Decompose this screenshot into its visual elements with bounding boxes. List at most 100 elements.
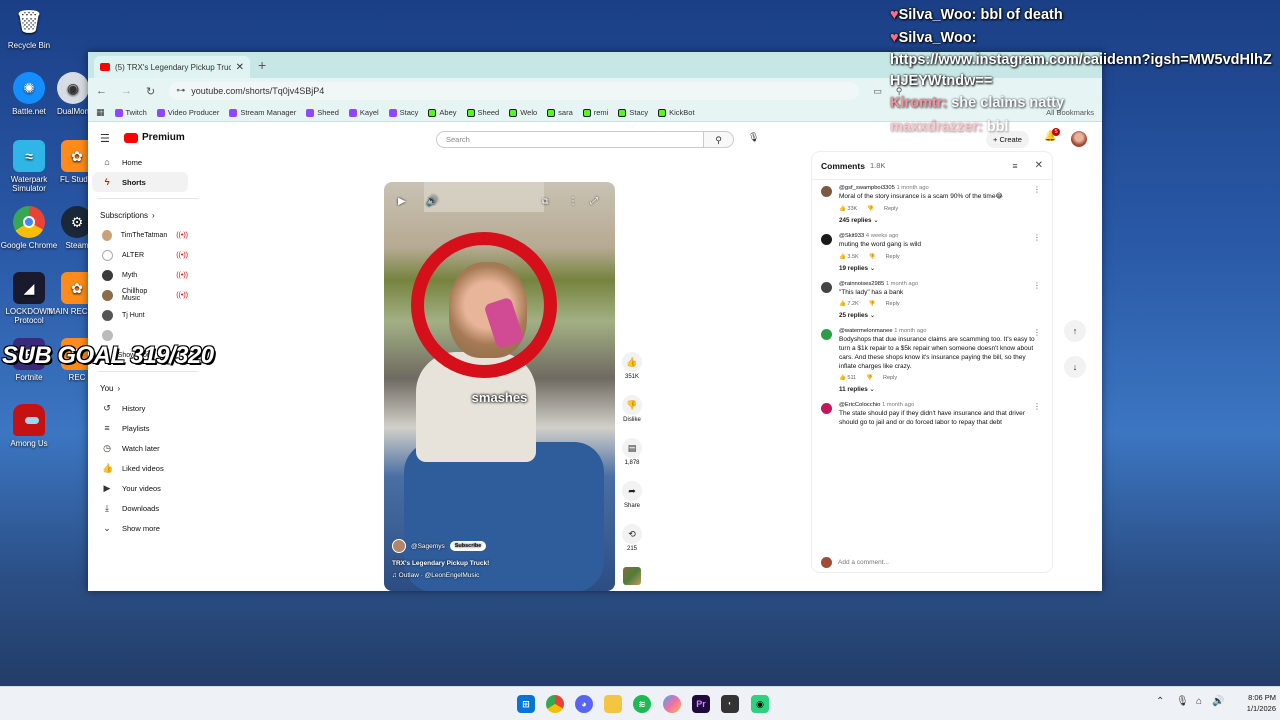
site-info-icon[interactable]: ⊶ — [176, 85, 185, 96]
play-icon[interactable]: ▶ — [398, 196, 406, 207]
comment-like-button[interactable]: 👍 33K — [839, 206, 857, 212]
sidebar-item-history[interactable]: ↺ History — [88, 398, 200, 418]
desktop-icon-recycle-bin[interactable]: 🗑 Recycle Bin — [0, 6, 58, 50]
show-more-button-2[interactable]: ⌄ Show more — [88, 518, 200, 538]
bookmark-kayel[interactable]: Kayel — [348, 108, 379, 117]
cast-icon[interactable]: ▭ — [873, 86, 882, 97]
volume-icon[interactable]: 🔊 — [1212, 696, 1224, 707]
more-options-icon[interactable]: ⋮ — [1033, 402, 1041, 411]
discord-icon[interactable]: ◕ — [575, 695, 593, 713]
browser-tab-active[interactable]: (5) TRX's Legendary Pickup Truck! ✕ — [94, 56, 250, 78]
bookmark-stacy-kick[interactable]: Stacy — [618, 108, 648, 117]
sidebar-item-watch-later[interactable]: ◷ Watch later — [88, 438, 200, 458]
share-button[interactable]: ➦ Share — [620, 481, 644, 509]
captions-icon[interactable]: ⧉ — [542, 196, 548, 207]
video-title[interactable]: TRX's Legendary Pickup Truck! — [392, 560, 489, 567]
chrome-icon[interactable] — [546, 695, 564, 713]
bookmark-welo[interactable]: Welo — [509, 108, 537, 117]
sidebar-item-liked-videos[interactable]: 👍 Liked videos — [88, 458, 200, 478]
replies-toggle[interactable]: 11 replies ⌄ — [839, 386, 1043, 393]
thumbs-down-icon[interactable]: 👎 — [869, 301, 876, 307]
reply-button[interactable]: Reply — [883, 375, 897, 381]
remix-button[interactable]: ⟲ 215 — [620, 524, 644, 552]
replies-toggle[interactable]: 25 replies ⌄ — [839, 312, 1043, 319]
bookmark-stacy-twitch[interactable]: Stacy — [388, 108, 418, 117]
commenter-avatar[interactable] — [821, 329, 832, 341]
fullscreen-icon[interactable]: ⤢ — [590, 196, 598, 207]
obs-studio-icon[interactable]: ◐ — [721, 695, 739, 713]
file-explorer-icon[interactable] — [604, 695, 622, 713]
subscription-item[interactable]: TimTheTatman ((•)) — [88, 225, 200, 245]
next-short-button[interactable]: ↓ — [1064, 356, 1086, 378]
subscribe-button[interactable]: Subscribe — [449, 541, 487, 551]
sort-icon[interactable]: ≡ — [1012, 161, 1017, 171]
short-video-player[interactable]: ▶ 🔊 ⧉ ⋮ ⤢ smashes @Sagemys Subscribe TRX… — [384, 182, 615, 591]
youtube-logo[interactable]: Premium — [124, 132, 185, 143]
more-options-icon[interactable]: ⋮ — [1033, 328, 1041, 337]
search-input[interactable]: Search — [436, 131, 704, 148]
volume-icon[interactable]: 🔊 — [426, 196, 438, 207]
tab-close-icon[interactable]: ✕ — [236, 62, 244, 73]
comments-button[interactable]: ▤ 1,878 — [620, 438, 644, 466]
sound-thumbnail[interactable] — [623, 567, 641, 585]
music-credit[interactable]: ♫ Outlaw · @LeonEngelMusic — [392, 572, 489, 579]
apps-grid-icon[interactable]: ▦ — [96, 107, 105, 118]
forward-arrow-icon[interactable]: → — [121, 85, 132, 97]
bookmark-abey[interactable]: Abey — [428, 108, 457, 117]
subscription-item[interactable]: Chillhop Music ((•)) — [88, 285, 200, 305]
dislike-button[interactable]: 👎 Dislike — [620, 395, 644, 423]
sidebar-item-downloads[interactable]: ⤓ Downloads — [88, 498, 200, 518]
previous-short-button[interactable]: ↑ — [1064, 320, 1086, 342]
reload-icon[interactable]: ↻ — [146, 85, 155, 98]
comment-like-button[interactable]: 👍 511 — [839, 375, 856, 381]
commenter-avatar[interactable] — [821, 233, 832, 245]
spotify-icon[interactable]: ≋ — [633, 695, 651, 713]
back-arrow-icon[interactable]: ← — [96, 85, 107, 97]
subscription-item[interactable]: ALTER ((•)) — [88, 245, 200, 265]
sidebar-item-shorts[interactable]: ϟ Shorts — [92, 172, 188, 192]
system-clock[interactable]: 8:06 PM 1/1/2026 — [1226, 693, 1276, 714]
thumbs-down-icon[interactable]: 👎 — [866, 375, 873, 381]
menu-icon[interactable]: ☰ — [100, 132, 110, 145]
bookmark-sheed-kick[interactable]: Sheed — [466, 108, 499, 117]
streaming-app-icon[interactable]: ◉ — [751, 695, 769, 713]
add-comment-field[interactable]: Add a comment... — [812, 552, 1052, 572]
reply-button[interactable]: Reply — [884, 206, 898, 212]
copilot-icon[interactable] — [663, 695, 681, 713]
new-tab-icon[interactable]: + — [258, 57, 266, 73]
bookmark-sheed-twitch[interactable]: Sheed — [306, 108, 339, 117]
microphone-icon[interactable]: 🎙 — [748, 132, 759, 143]
more-options-icon[interactable]: ⋮ — [1033, 281, 1041, 290]
bookmark-video-producer[interactable]: Video Producer — [156, 108, 219, 117]
reply-button[interactable]: Reply — [886, 301, 900, 307]
sidebar-item-your-videos[interactable]: ▶ Your videos — [88, 478, 200, 498]
channel-name[interactable]: @Sagemys — [411, 543, 445, 550]
sidebar-item-playlists[interactable]: ≡ Playlists — [88, 418, 200, 438]
more-options-icon[interactable]: ⋮ — [568, 196, 578, 207]
commenter-avatar[interactable] — [821, 186, 832, 197]
channel-avatar[interactable] — [392, 539, 406, 553]
windows-start-icon[interactable]: ⊞ — [517, 695, 535, 713]
sidebar-item-home[interactable]: ⌂ Home — [88, 152, 200, 172]
bookmark-sara[interactable]: sara — [547, 108, 573, 117]
commenter-avatar[interactable] — [821, 403, 832, 415]
comment-like-button[interactable]: 👍 7.2K — [839, 301, 859, 307]
commenter-avatar[interactable] — [821, 281, 832, 293]
you-header[interactable]: You › — [88, 378, 200, 398]
desktop-icon-among-us[interactable]: Among Us — [0, 404, 58, 448]
more-options-icon[interactable]: ⋮ — [1033, 233, 1041, 242]
bookmark-twitch[interactable]: Twitch — [114, 108, 147, 117]
network-icon[interactable]: ⌂ — [1196, 696, 1202, 707]
url-field[interactable]: ⊶ youtube.com/shorts/Tq0jv4SBjP4 — [169, 82, 860, 100]
more-options-icon[interactable]: ⋮ — [1033, 185, 1041, 194]
close-icon[interactable]: ✕ — [1035, 160, 1043, 171]
subscription-item[interactable]: Myth ((•)) — [88, 265, 200, 285]
chevron-up-icon[interactable]: ⌃ — [1156, 696, 1164, 707]
bookmark-kickbot[interactable]: KickBot — [658, 108, 695, 117]
like-button[interactable]: 👍 351K — [620, 352, 644, 380]
thumbs-down-icon[interactable]: 👎 — [869, 254, 876, 260]
microphone-icon[interactable]: 🎙 — [1176, 696, 1189, 707]
reply-button[interactable]: Reply — [886, 254, 900, 260]
replies-toggle[interactable]: 245 replies ⌄ — [839, 217, 1043, 224]
bookmark-stream-manager[interactable]: Stream Manager — [229, 108, 296, 117]
